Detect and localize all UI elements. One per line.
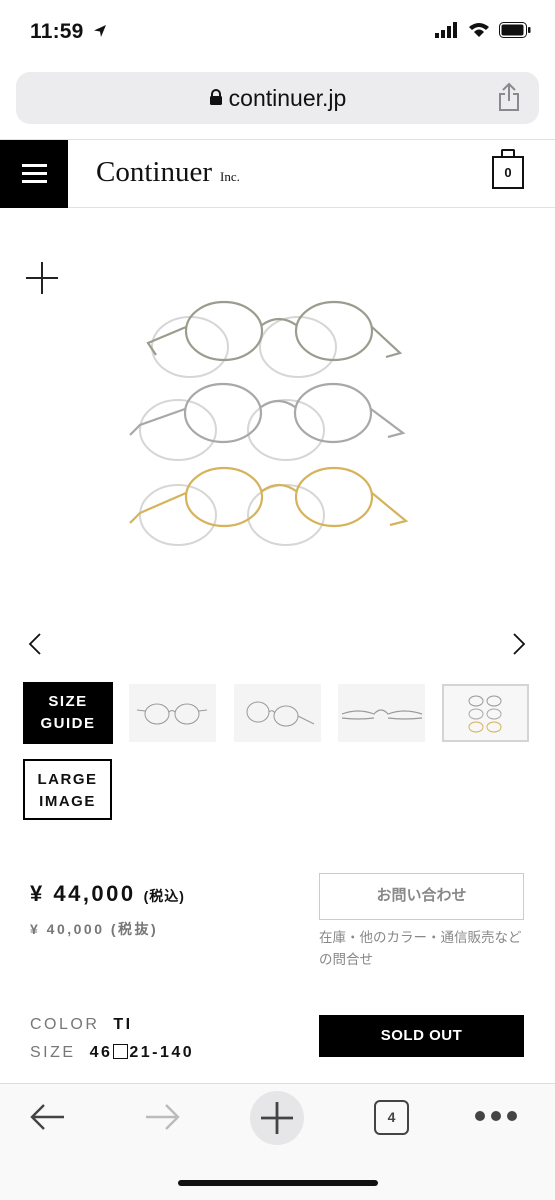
color-label: COLOR xyxy=(30,1016,100,1033)
price-tax-excluded: ¥ 40,000 (税抜) xyxy=(30,921,159,937)
prev-image-arrow-icon[interactable] xyxy=(28,632,42,656)
battery-icon xyxy=(499,22,531,38)
next-image-arrow-icon[interactable] xyxy=(512,632,526,656)
hamburger-icon xyxy=(22,164,47,167)
status-icons xyxy=(435,22,531,38)
logo-suffix: Inc. xyxy=(220,169,240,184)
size-value: 46 21-140 xyxy=(89,1044,195,1061)
status-bar: 11:59 xyxy=(0,0,555,62)
inquiry-note: 在庫・他のカラー・通信販売などの問合せ xyxy=(319,930,522,967)
more-options-icon[interactable] xyxy=(474,1110,518,1122)
color-value: TI xyxy=(113,1016,133,1033)
glasses-angle-icon xyxy=(246,701,315,727)
logo-text: Continuer xyxy=(96,156,212,188)
tabs-button[interactable]: 4 xyxy=(374,1100,409,1135)
shopping-bag-icon xyxy=(501,149,515,158)
price-value: ¥ 44,000 xyxy=(30,881,136,906)
status-time: 11:59 xyxy=(30,20,108,44)
zoom-plus-icon[interactable] xyxy=(26,262,58,294)
share-icon[interactable] xyxy=(497,82,521,112)
clock-text: 11:59 xyxy=(30,20,84,43)
sold-out-button[interactable]: SOLD OUT xyxy=(319,1015,524,1057)
thumbnail-top[interactable] xyxy=(338,684,425,742)
size-guide-button[interactable]: SIZE GUIDE xyxy=(23,682,113,744)
forward-arrow-icon[interactable] xyxy=(142,1100,182,1134)
glasses-front-icon xyxy=(136,703,208,725)
glasses-trio-icon xyxy=(468,695,502,733)
cellular-signal-icon xyxy=(435,22,457,38)
color-spec: COLOR TI xyxy=(30,1016,133,1034)
back-arrow-icon[interactable] xyxy=(28,1100,68,1134)
tab-count: 4 xyxy=(387,1109,396,1125)
thumbnail-front[interactable] xyxy=(129,684,216,742)
address-bar[interactable]: continuer.jp xyxy=(16,72,539,124)
home-indicator[interactable] xyxy=(178,1180,378,1186)
site-header: Continuer Inc. 0 xyxy=(0,139,555,208)
bridge-square-icon xyxy=(113,1044,129,1059)
wifi-icon xyxy=(469,23,489,37)
size-spec: SIZE 46 21-140 xyxy=(30,1044,194,1062)
thumbnail-three-colors[interactable] xyxy=(442,684,529,742)
location-arrow-icon xyxy=(93,25,106,37)
large-image-button[interactable]: LARGE IMAGE xyxy=(23,759,112,820)
new-tab-plus-icon[interactable] xyxy=(249,1090,305,1146)
menu-button[interactable] xyxy=(0,140,68,208)
cart-button[interactable]: 0 xyxy=(492,149,524,189)
thumbnail-row: SIZE GUIDE xyxy=(0,682,555,744)
url-display[interactable]: continuer.jp xyxy=(16,85,539,112)
lock-icon xyxy=(209,89,222,106)
product-main-image[interactable] xyxy=(118,285,418,550)
glasses-top-icon xyxy=(341,709,423,720)
tax-label: (税込) xyxy=(143,888,185,904)
site-logo[interactable]: Continuer Inc. xyxy=(96,156,240,189)
url-text: continuer.jp xyxy=(228,85,347,111)
inquiry-button[interactable]: お問い合わせ xyxy=(319,873,524,920)
thumbnail-angle[interactable] xyxy=(234,684,321,742)
price-tax-included: ¥ 44,000 (税込) xyxy=(30,881,185,907)
size-label: SIZE xyxy=(30,1044,76,1061)
cart-count: 0 xyxy=(504,165,512,180)
